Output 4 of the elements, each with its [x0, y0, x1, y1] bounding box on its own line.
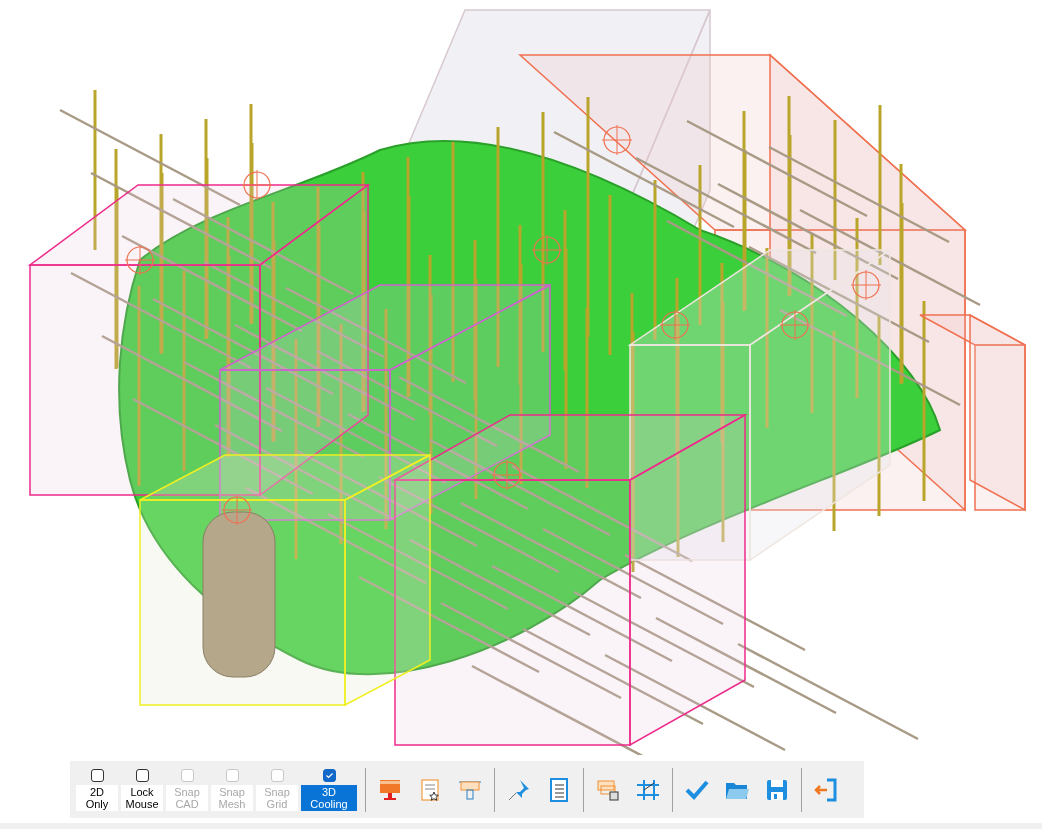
checkbox[interactable]	[135, 768, 149, 782]
checkmark-icon	[324, 770, 334, 780]
checkbox[interactable]	[90, 768, 104, 782]
checkbox[interactable]	[322, 768, 336, 782]
